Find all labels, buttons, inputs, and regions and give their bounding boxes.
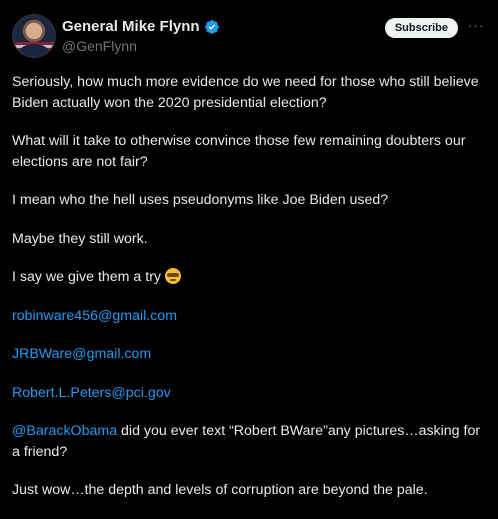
avatar-suit <box>18 43 50 57</box>
subscribe-button[interactable]: Subscribe <box>384 18 458 38</box>
post-text: Seriously, how much more evidence do we … <box>12 72 488 519</box>
post-paragraph: Just wow…the depth and levels of corrupt… <box>12 482 428 498</box>
author-handle[interactable]: @GenFlynn <box>62 38 220 54</box>
post-header: General Mike Flynn @GenFlynn Subscribe ·… <box>12 14 486 62</box>
verified-badge-icon[interactable] <box>204 19 220 35</box>
nerd-face-emoji-icon <box>164 268 181 284</box>
author-block: General Mike Flynn @GenFlynn <box>62 18 220 54</box>
author-name-row: General Mike Flynn <box>62 18 220 35</box>
email-link-robert-peters[interactable]: Robert.L.Peters@pci.gov <box>12 385 171 401</box>
avatar-face <box>26 22 42 39</box>
email-link: Robert.L.Peters@pci.gov <box>12 383 488 404</box>
post-paragraph-text: I say we give them a try <box>12 269 165 285</box>
author-display-name[interactable]: General Mike Flynn <box>62 18 200 35</box>
post-paragraph: I mean who the hell uses pseudonyms like… <box>12 192 389 208</box>
more-options-icon[interactable]: ··· <box>466 16 486 36</box>
email-link-robinware[interactable]: robinware456@gmail.com <box>12 308 177 324</box>
email-link: JRBWare@gmail.com <box>12 344 488 365</box>
post-paragraph: @BarackObama did you ever text “Robert B… <box>12 421 488 462</box>
post-paragraph: Seriously, how much more evidence do we … <box>12 74 479 111</box>
email-link-jrbware[interactable]: JRBWare@gmail.com <box>12 346 151 362</box>
post-paragraph: Maybe they still work. <box>12 230 148 247</box>
post-paragraph: What will it take to otherwise convince … <box>12 133 466 170</box>
email-link: robinware456@gmail.com <box>12 306 488 327</box>
mention-link[interactable]: @BarackObama <box>12 423 117 439</box>
post: General Mike Flynn @GenFlynn Subscribe ·… <box>0 0 498 500</box>
avatar[interactable] <box>12 14 56 58</box>
post-paragraph: I say we give them a try <box>12 267 488 288</box>
